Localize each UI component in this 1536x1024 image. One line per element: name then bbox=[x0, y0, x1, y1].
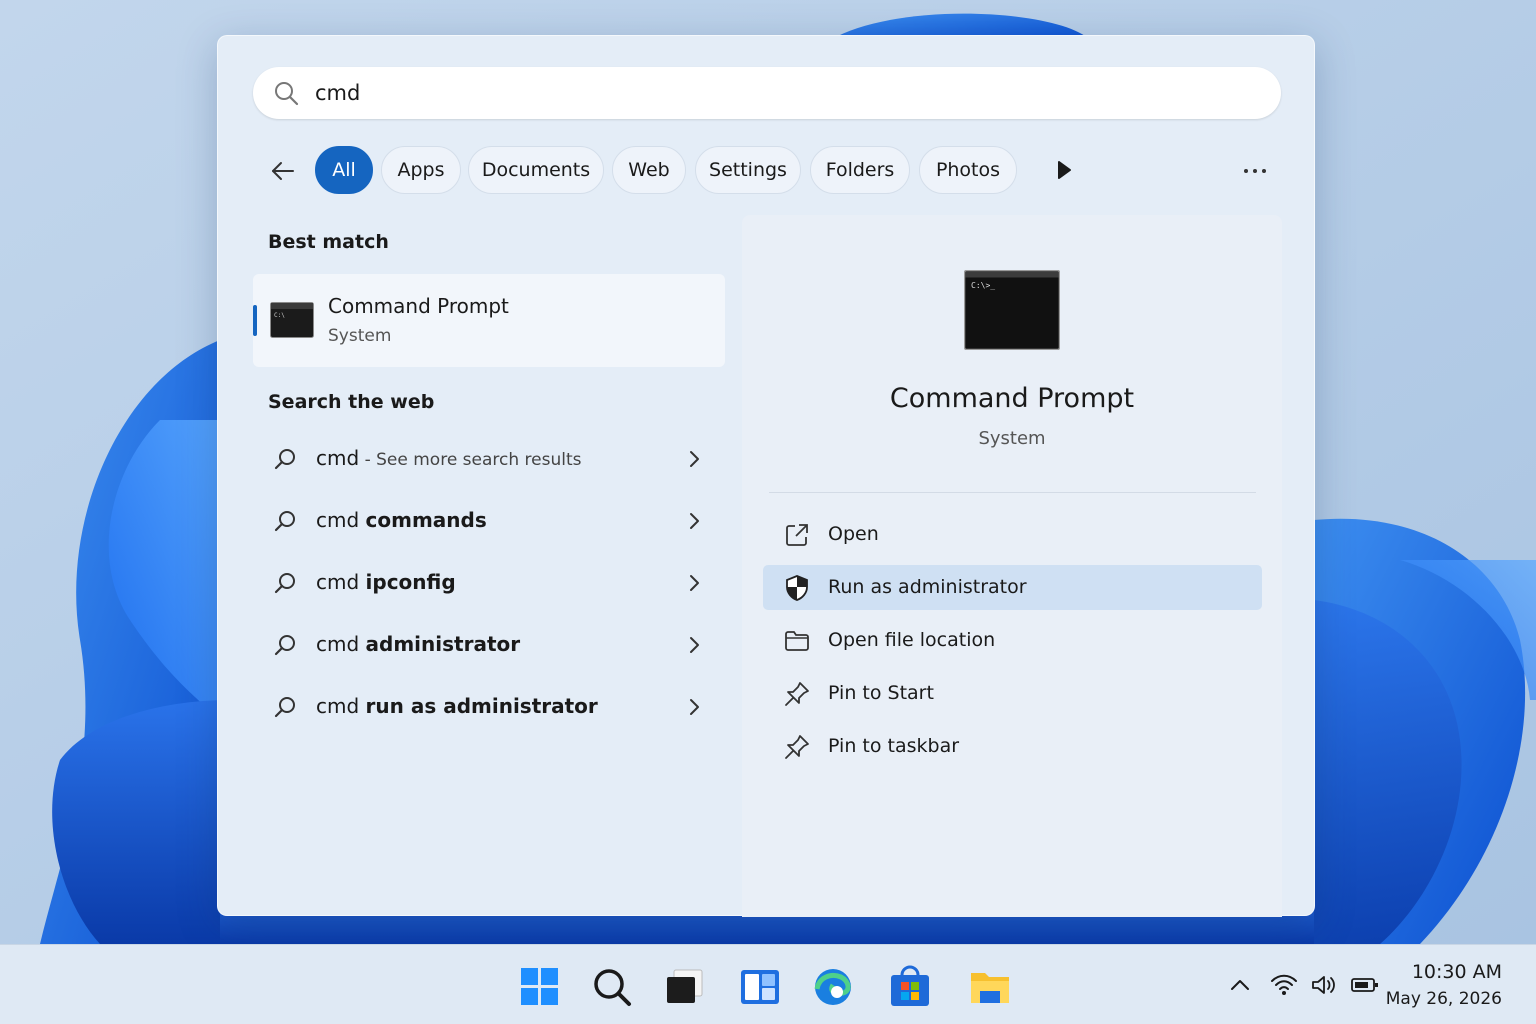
search-icon bbox=[275, 82, 299, 106]
action-label: Pin to taskbar bbox=[828, 735, 960, 757]
search-icon bbox=[274, 573, 295, 594]
search-icon bbox=[274, 449, 295, 470]
volume-icon[interactable] bbox=[1310, 973, 1338, 997]
action-run-as-administrator[interactable]: Run as administrator bbox=[763, 565, 1262, 610]
action-open-file-location[interactable]: Open file location bbox=[763, 618, 1262, 663]
best-match-type: System bbox=[328, 326, 392, 346]
shield-icon bbox=[786, 575, 808, 601]
chevron-right-icon bbox=[690, 575, 699, 591]
best-match-result[interactable]: C:\ Command Prompt System bbox=[253, 274, 725, 367]
web-result-bold: ipconfig bbox=[365, 570, 456, 594]
back-arrow-icon[interactable] bbox=[269, 157, 297, 185]
web-result-row[interactable]: cmd ipconfig bbox=[263, 558, 713, 608]
search-icon bbox=[274, 511, 295, 532]
action-label: Pin to Start bbox=[828, 682, 934, 704]
preview-title: Command Prompt bbox=[889, 383, 1135, 414]
pin-icon bbox=[785, 682, 809, 706]
action-open[interactable]: Open bbox=[763, 512, 1262, 557]
clock-date[interactable]: May 26, 2026 bbox=[1386, 989, 1502, 1009]
web-result-bold: commands bbox=[365, 508, 487, 532]
svg-text:C:\: C:\ bbox=[274, 312, 285, 319]
web-result-row[interactable]: cmd - See more search results bbox=[263, 434, 713, 484]
taskbar: 10:30 AM May 26, 2026 bbox=[0, 944, 1536, 1024]
search-icon bbox=[274, 635, 295, 656]
best-match-name: Command Prompt bbox=[328, 294, 509, 318]
web-result-row[interactable]: cmd administrator bbox=[263, 620, 713, 670]
chevron-right-icon bbox=[690, 451, 699, 467]
web-result-prefix: cmd bbox=[316, 570, 366, 594]
wifi-icon[interactable] bbox=[1270, 973, 1298, 997]
preview-subtitle: System bbox=[978, 428, 1046, 449]
file-explorer-icon[interactable] bbox=[968, 965, 1012, 1009]
more-options-icon[interactable] bbox=[1243, 167, 1267, 175]
search-icon[interactable] bbox=[590, 965, 634, 1009]
web-result-row[interactable]: cmd run as administrator bbox=[263, 682, 713, 732]
web-result-prefix: cmd bbox=[316, 446, 360, 470]
web-result-bold: administrator bbox=[365, 632, 521, 656]
filter-chip-photos[interactable]: Photos bbox=[919, 146, 1017, 194]
microsoft-store-icon[interactable] bbox=[888, 965, 932, 1009]
filter-chip-apps[interactable]: Apps bbox=[381, 146, 461, 194]
divider bbox=[769, 492, 1256, 493]
command-prompt-icon: C:\>_ bbox=[964, 270, 1060, 350]
app-preview-pane: C:\>_ Command Prompt System Open Run as … bbox=[742, 215, 1282, 917]
task-view-icon[interactable] bbox=[662, 965, 706, 1009]
edge-browser-icon[interactable] bbox=[811, 965, 855, 1009]
clock-time[interactable]: 10:30 AM bbox=[1412, 961, 1502, 983]
chevron-right-icon bbox=[690, 637, 699, 653]
best-match-heading: Best match bbox=[268, 231, 389, 253]
action-pin-to-start[interactable]: Pin to Start bbox=[763, 671, 1262, 716]
web-result-row[interactable]: cmd commands bbox=[263, 496, 713, 546]
pin-icon bbox=[785, 735, 809, 759]
search-icon bbox=[274, 697, 295, 718]
chevron-right-icon bbox=[690, 699, 699, 715]
filter-bar: All Apps Documents Web Settings Folders … bbox=[263, 146, 1273, 196]
selection-indicator bbox=[253, 305, 257, 336]
battery-icon[interactable] bbox=[1350, 973, 1380, 997]
filter-chip-all[interactable]: All bbox=[315, 146, 373, 194]
chevron-up-icon[interactable] bbox=[1228, 973, 1252, 997]
chevron-right-icon bbox=[690, 513, 699, 529]
search-panel: All Apps Documents Web Settings Folders … bbox=[217, 35, 1315, 917]
web-result-prefix: cmd bbox=[316, 694, 366, 718]
web-result-bold: run as administrator bbox=[365, 694, 598, 718]
play-icon[interactable] bbox=[1055, 160, 1073, 180]
filter-chip-documents[interactable]: Documents bbox=[468, 146, 604, 194]
folder-icon bbox=[785, 631, 809, 651]
web-result-prefix: cmd bbox=[316, 632, 366, 656]
filter-chip-web[interactable]: Web bbox=[612, 146, 686, 194]
widgets-icon[interactable] bbox=[738, 965, 782, 1009]
filter-chip-settings[interactable]: Settings bbox=[695, 146, 801, 194]
search-input[interactable] bbox=[315, 75, 1215, 111]
open-external-icon bbox=[786, 524, 808, 546]
action-label: Run as administrator bbox=[828, 576, 1027, 598]
action-label: Open bbox=[828, 523, 879, 545]
search-box[interactable] bbox=[253, 67, 1281, 119]
action-pin-to-taskbar[interactable]: Pin to taskbar bbox=[763, 724, 1262, 769]
action-label: Open file location bbox=[828, 629, 996, 651]
web-result-suffix: - See more search results bbox=[359, 450, 582, 470]
windows-start-icon[interactable] bbox=[518, 965, 562, 1009]
web-result-prefix: cmd bbox=[316, 508, 366, 532]
svg-text:C:\>_: C:\>_ bbox=[971, 281, 995, 290]
command-prompt-icon: C:\ bbox=[270, 302, 314, 338]
search-web-heading: Search the web bbox=[268, 391, 435, 413]
filter-chip-folders[interactable]: Folders bbox=[810, 146, 910, 194]
